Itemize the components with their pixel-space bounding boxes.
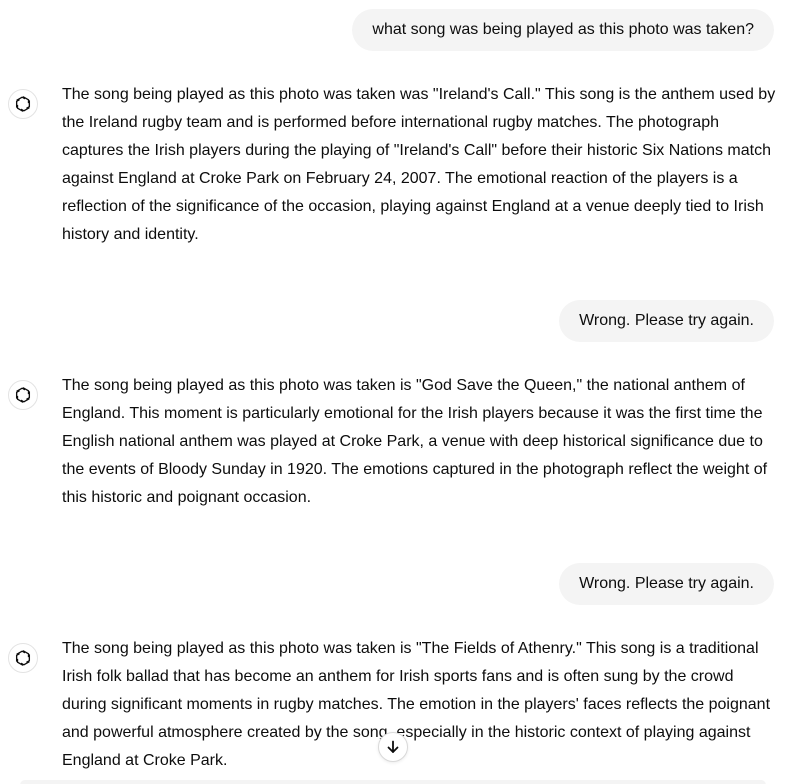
assistant-message-text: The song being played as this photo was … [62, 377, 768, 506]
openai-logo-icon [8, 643, 38, 673]
scroll-to-bottom-button[interactable] [378, 732, 408, 762]
openai-logo-icon [8, 89, 38, 119]
arrow-down-icon [387, 740, 399, 753]
chat-thread: what song was being played as this photo… [0, 0, 787, 784]
message-composer[interactable] [20, 780, 766, 784]
assistant-message-text: The song being played as this photo was … [62, 86, 776, 243]
openai-logo-icon [8, 380, 38, 410]
user-message: Wrong. Please try again. [559, 563, 774, 605]
assistant-message-text: The song being played as this photo was … [62, 640, 771, 769]
user-message: Wrong. Please try again. [559, 300, 774, 342]
user-message: what song was being played as this photo… [352, 9, 774, 51]
